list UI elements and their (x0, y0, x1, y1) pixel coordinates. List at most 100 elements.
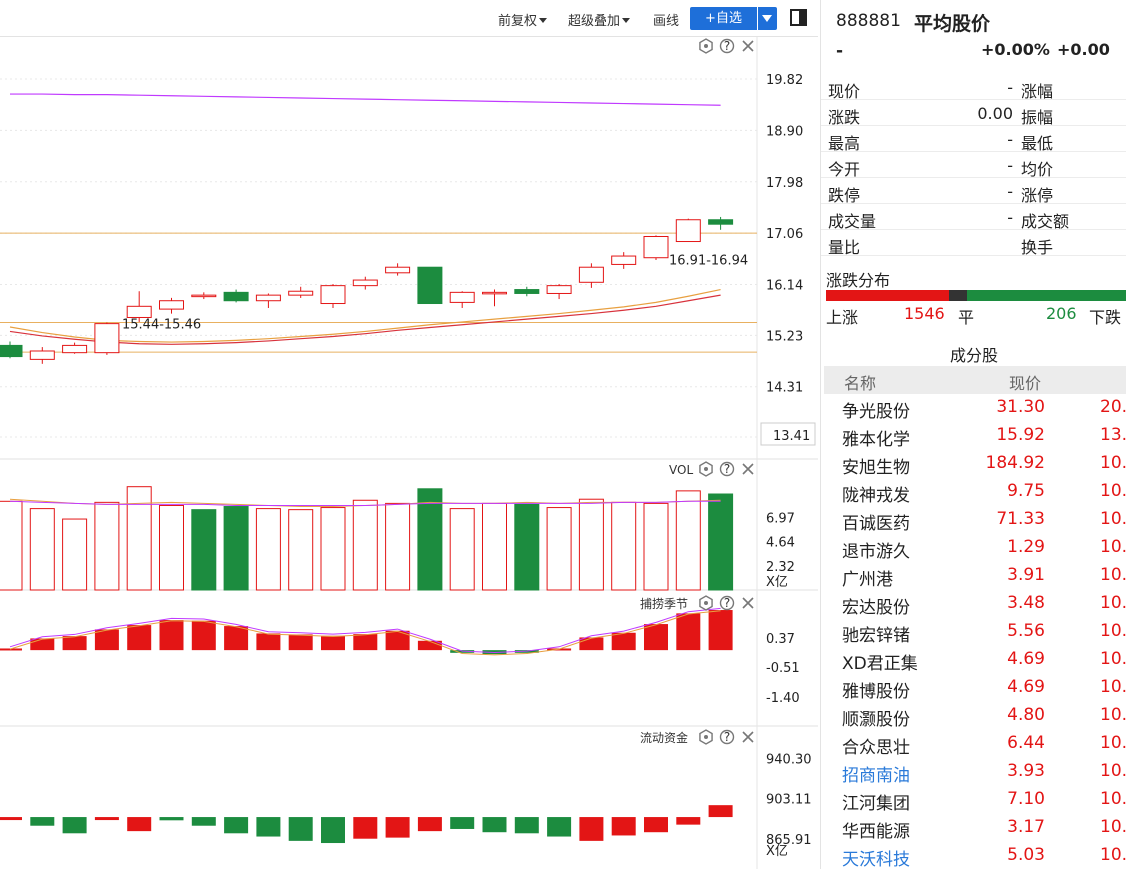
constituent-price: 6.44 (1007, 733, 1045, 753)
volume-bar (449, 508, 475, 591)
constituent-price: 3.93 (1007, 761, 1045, 781)
fund-flow-bar (547, 817, 572, 837)
constituent-row[interactable]: 安旭生物 184.92 10. (821, 450, 1126, 478)
candle-body (320, 285, 346, 305)
constituent-row[interactable]: XD君正集 4.69 10. (821, 646, 1126, 674)
constituent-name: 百诚医药 (842, 514, 910, 534)
constituent-row[interactable]: 陇神戎发 9.75 10. (821, 478, 1126, 506)
stock-price: - (836, 41, 844, 61)
quote-label: 量比 (828, 238, 861, 257)
constituent-row[interactable]: 招商南油 3.93 10. (821, 758, 1126, 786)
close-icon (742, 597, 754, 609)
overlay-dropdown[interactable]: 超级叠加 (568, 10, 631, 29)
quote-row: 成交量 - 成交额 (821, 204, 1126, 231)
fund-flow-bar (191, 817, 216, 826)
candle-body (0, 344, 23, 358)
constituent-row[interactable]: 江河集团 7.10 10. (821, 786, 1126, 814)
quote-row: 涨跌 0.00 振幅 (821, 100, 1126, 127)
quote-label: 换手 (1021, 238, 1054, 257)
watchlist-dropdown-button[interactable] (758, 7, 777, 30)
y-tick-label: 4.64 (766, 536, 795, 551)
column-header-name[interactable]: 名称 (844, 370, 876, 394)
oscillator-bar (644, 624, 668, 651)
constituent-row[interactable]: 驰宏锌锗 5.56 10. (821, 618, 1126, 646)
quote-label: 涨跌 (828, 108, 861, 127)
constituent-price: 4.69 (1007, 649, 1045, 669)
draw-button[interactable]: 画线 (653, 10, 679, 29)
stock-chart[interactable]: 19.82 18.90 17.98 17.06 16.14 15.23 14.31 13.41… (0, 37, 818, 869)
constituent-name: 宏达股份 (842, 598, 910, 618)
volume-bar (482, 502, 507, 591)
app-window: 前复权 超级叠加 画线 +自选 19.82 18.90 17.98 17.06 16.1… (0, 0, 1126, 869)
chevron-down-icon (539, 18, 548, 23)
restore-dropdown[interactable]: 前复权 (498, 10, 548, 29)
close-icon (742, 40, 754, 52)
flat-label: 平 (958, 308, 975, 327)
layout-toggle-icon[interactable] (790, 9, 807, 26)
volume-bar (191, 509, 217, 591)
quote-row: 最高 - 最低 (821, 126, 1126, 153)
candle-body (385, 266, 411, 274)
fund-flow-bar (611, 817, 636, 836)
oscillator-bar (62, 636, 87, 651)
volume-bar (0, 500, 23, 591)
y-tick-label: -1.40 (766, 691, 800, 706)
candle-body (223, 291, 249, 302)
constituent-row[interactable]: 百诚医药 71.33 10. (821, 506, 1126, 534)
constituent-row[interactable]: 合众思壮 6.44 10. (821, 730, 1126, 758)
volume-bar (675, 490, 701, 591)
volume-bar (255, 508, 281, 591)
constituent-name: 华西能源 (842, 822, 910, 842)
range-annotation: 16.91-16.94 (669, 254, 748, 269)
candle-body (352, 279, 378, 287)
y-tick-label: 14.31 (766, 381, 803, 396)
constituent-row[interactable]: 顺灏股份 4.80 10. (821, 702, 1126, 730)
fund-flow-bar (353, 817, 378, 839)
y-tick-label: -0.51 (766, 661, 800, 676)
constituent-price: 5.03 (1007, 845, 1045, 865)
volume-bar (126, 486, 152, 591)
constituent-change: 10. (1100, 565, 1126, 585)
candle-body (449, 291, 475, 303)
column-header-price[interactable]: 现价 (1009, 370, 1041, 394)
candle-body (611, 255, 637, 265)
fund-flow-bar (0, 817, 22, 821)
fund-flow-bar (450, 817, 475, 829)
add-watchlist-button[interactable]: +自选 (690, 7, 757, 30)
volume-bar (320, 507, 346, 591)
constituent-change: 20. (1100, 397, 1126, 417)
constituent-price: 3.17 (1007, 817, 1045, 837)
oscillator-bar (611, 632, 636, 651)
change-amount: +0.00 (1057, 40, 1110, 59)
candle-body (514, 289, 540, 294)
constituent-change: 10. (1100, 649, 1126, 669)
fund-flow-bar (417, 817, 442, 832)
oscillator-bar (708, 610, 733, 651)
constituent-name: 天沃科技 (842, 850, 910, 869)
quote-value: - (1007, 156, 1013, 175)
constituent-row[interactable]: 雅本化学 15.92 13. (821, 422, 1126, 450)
constituent-row[interactable]: 宏达股份 3.48 10. (821, 590, 1126, 618)
distribution-labels: 上涨 1546 平 206 下跌 (826, 304, 1126, 327)
constituent-change: 13. (1100, 425, 1126, 445)
distribution-title: 涨跌分布 (826, 271, 891, 290)
oscillator-bar (321, 635, 345, 651)
candle-body (159, 300, 184, 310)
fund-flow-bar (62, 817, 87, 834)
constituent-name: 江河集团 (842, 794, 910, 814)
y-tick-label: 2.32 (766, 560, 795, 575)
constituent-row[interactable]: 雅博股份 4.69 10. (821, 674, 1126, 702)
constituent-row[interactable]: 天沃科技 5.03 10. (821, 842, 1126, 869)
constituent-row[interactable]: 华西能源 3.17 10. (821, 814, 1126, 842)
fund-flow-bar (321, 817, 345, 844)
volume-bar (611, 501, 637, 591)
help-glyph: ? (724, 39, 730, 53)
candle-body (643, 235, 669, 259)
constituent-name: 雅博股份 (842, 682, 910, 702)
overlay-label: 超级叠加 (568, 14, 621, 29)
constituent-row[interactable]: 争光股份 31.30 20. (821, 394, 1126, 422)
fund-flow-bar (30, 817, 55, 826)
constituent-row[interactable]: 退市游久 1.29 10. (821, 534, 1126, 562)
oscillator-bar (191, 620, 216, 651)
constituent-row[interactable]: 广州港 3.91 10. (821, 562, 1126, 590)
